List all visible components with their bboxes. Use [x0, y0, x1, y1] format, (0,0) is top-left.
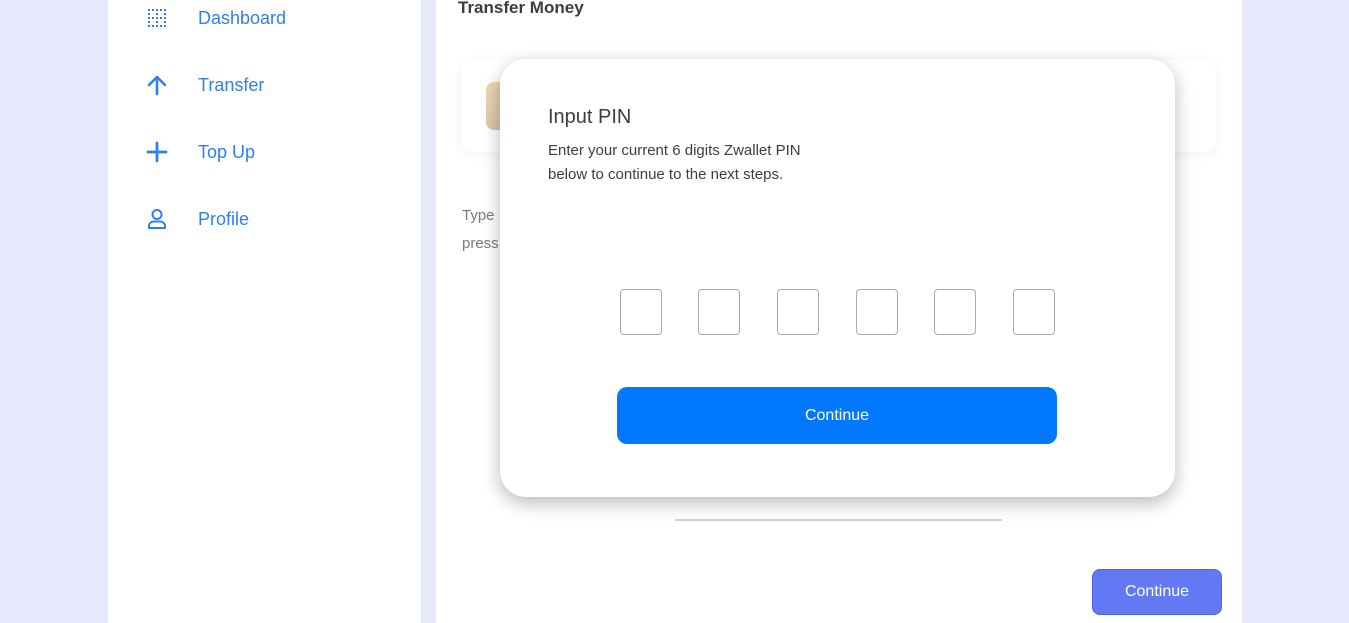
page-title: Transfer Money — [458, 0, 584, 17]
sidebar: Dashboard Transfer Top Up Profile — [108, 0, 421, 623]
pin-digit-input[interactable] — [620, 289, 662, 335]
sidebar-item-dashboard[interactable]: Dashboard — [146, 1, 396, 35]
pin-digit-input[interactable] — [1013, 289, 1055, 335]
sidebar-item-label: Transfer — [198, 74, 265, 95]
plus-icon — [146, 141, 168, 163]
sidebar-item-top-up[interactable]: Top Up — [146, 135, 396, 169]
pin-digit-input[interactable] — [856, 289, 898, 335]
pin-digit-input[interactable] — [934, 289, 976, 335]
sidebar-item-label: Top Up — [198, 141, 256, 162]
pin-modal: Input PIN Enter your current 6 digits Zw… — [500, 59, 1175, 497]
modal-description-line: Enter your current 6 digits Zwallet PIN — [548, 142, 801, 159]
modal-continue-button[interactable]: Continue — [617, 387, 1057, 444]
modal-title: Input PIN — [548, 106, 632, 128]
grid-icon — [146, 7, 168, 29]
modal-description-line: below to continue to the next steps. — [548, 166, 784, 183]
pin-digit-input[interactable] — [698, 289, 740, 335]
modal-description: Enter your current 6 digits Zwallet PIN … — [548, 139, 848, 187]
sidebar-item-transfer[interactable]: Transfer — [146, 68, 396, 102]
arrow-up-icon — [146, 74, 168, 96]
sidebar-item-label: Profile — [198, 208, 250, 229]
user-icon — [146, 208, 168, 230]
pin-input-group — [620, 289, 1060, 335]
notes-input-underline[interactable] — [675, 519, 1002, 521]
pin-digit-input[interactable] — [777, 289, 819, 335]
sidebar-item-profile[interactable]: Profile — [146, 202, 396, 236]
continue-button[interactable]: Continue — [1092, 569, 1222, 615]
sidebar-item-label: Dashboard — [198, 7, 287, 28]
